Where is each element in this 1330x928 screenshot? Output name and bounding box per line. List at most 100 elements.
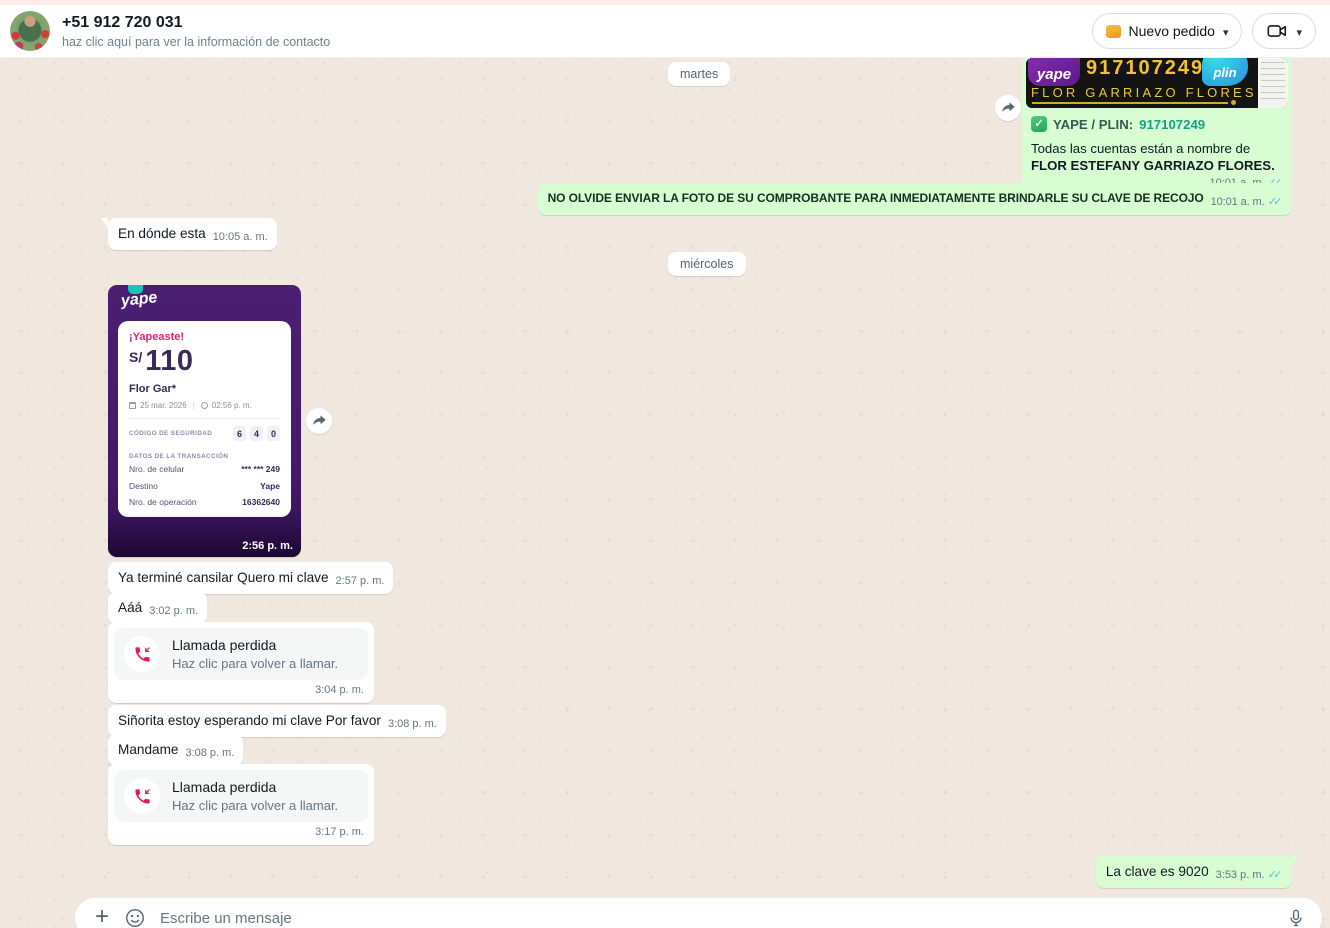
security-digit: 4 [250,426,263,441]
message-meta: 3:53 p. m. [1216,869,1283,882]
message-input-bar: + [75,898,1322,928]
green-check-icon [1031,116,1047,132]
contact-avatar[interactable] [10,11,50,51]
missed-call-text: Llamada perdida Haz clic para volver a l… [172,636,338,672]
message-time: 3:17 p. m. [114,822,368,840]
date-divider: martes [668,62,730,86]
security-digit: 6 [233,426,246,441]
outgoing-reminder-message[interactable]: NO OLVIDE ENVIAR LA FOTO DE SU COMPROBAN… [538,183,1292,215]
clock-icon [201,402,208,409]
outgoing-message[interactable]: La clave es 9020 3:53 p. m. [1096,856,1292,888]
promo-owner-line: FLOR ESTEFANY GARRIAZO FLORES. [1031,157,1283,174]
message-time: 2:57 p. m. [336,575,385,588]
chat-area: martes miércoles yape 917107249 plin FLO… [0,58,1330,928]
message-time: 3:08 p. m. [185,747,234,760]
message-text: NO OLVIDE ENVIAR LA FOTO DE SU COMPROBAN… [548,189,1204,208]
security-code-label: CÓDIGO DE SEGURIDAD [129,430,212,437]
message-time: 3:02 p. m. [149,605,198,618]
video-call-button[interactable] [1252,13,1316,49]
missed-call-icon [124,778,160,814]
receipt-datetime: 25 mar. 2026 | 02:56 p. m. [129,401,280,410]
chat-header: +51 912 720 031 haz clic aquí para ver l… [0,5,1330,58]
banner-owner-name: FLOR GARRIAZO FLORES [1031,83,1257,102]
missed-call-phone-icon [133,645,152,664]
receipt-recipient: Flor Gar* [129,383,280,395]
missed-call-card[interactable]: Llamada perdida Haz clic para volver a l… [114,628,368,680]
contact-name[interactable]: +51 912 720 031 [62,13,330,33]
divider [129,418,280,419]
message-text: Ya terminé cansilar Quero mi clave [118,568,329,587]
date-divider: miércoles [668,252,746,276]
attach-plus-icon[interactable]: + [95,905,109,928]
incoming-message[interactable]: Aáá 3:02 p. m. [108,592,207,624]
promo-message-body: YAPE / PLIN: 917107249 Todas las cuentas… [1026,108,1288,195]
missed-call-icon [124,636,160,672]
message-text: La clave es 9020 [1106,862,1209,881]
new-order-button[interactable]: Nuevo pedido [1092,13,1243,49]
read-ticks-icon [1265,869,1283,881]
chevron-down-icon [1223,24,1229,39]
forward-arrow-icon [311,413,327,429]
missed-call-card[interactable]: Llamada perdida Haz clic para volver a l… [114,770,368,822]
banner-underline-dot [1231,100,1236,105]
security-code-digits: 6 4 0 [233,426,280,441]
pay-number: 917107249 [1139,115,1205,134]
video-camera-icon [1266,20,1288,42]
message-text: En dónde esta [118,224,206,243]
banner-underline [1032,102,1228,104]
message-time: 3:04 p. m. [114,680,368,698]
missed-call-text: Llamada perdida Haz clic para volver a l… [172,778,338,814]
forward-button[interactable] [995,95,1021,121]
receipt-image-message[interactable]: yape ¡Yapeaste! S/ 110 Flor Gar* 25 mar.… [108,285,301,557]
banner-phone-number: 917107249 [1086,59,1204,78]
transaction-row: Nro. de operación 16362640 [129,496,280,510]
message-text: Siñorita estoy esperando mi clave Por fa… [118,711,381,730]
chevron-down-icon [1296,24,1302,39]
banner-price-list-thumbnail [1258,58,1288,108]
message-text: Aáá [118,598,142,617]
incoming-message[interactable]: En dónde esta 10:05 a. m. [108,218,277,250]
message-time: 2:56 p. m. [242,540,293,552]
message-time: 3:53 p. m. [1216,869,1265,881]
message-input[interactable] [160,910,1286,927]
message-time: 10:05 a. m. [213,231,268,244]
incoming-message[interactable]: Mandame 3:08 p. m. [108,734,243,766]
transaction-row: Nro. de celular *** *** 249 [129,463,280,477]
security-code-row: CÓDIGO DE SEGURIDAD 6 4 0 [129,426,280,441]
message-time: 3:08 p. m. [388,718,437,731]
missed-call-message[interactable]: Llamada perdida Haz clic para volver a l… [108,622,374,703]
contact-info[interactable]: +51 912 720 031 haz clic aquí para ver l… [62,13,330,50]
message-text: Mandame [118,740,178,759]
transaction-value: *** *** 249 [241,463,280,477]
transaction-data-label: DATOS DE LA TRANSACCIÓN [129,453,280,460]
mic-glyph [1286,908,1306,928]
outgoing-promo-message[interactable]: yape 917107249 plin FLOR GARRIAZO FLORES… [1022,58,1292,199]
promo-text-line: Todas las cuentas están a nombre de [1031,141,1283,157]
order-tag-icon [1106,25,1121,38]
microphone-icon[interactable] [1286,908,1306,928]
missed-call-title: Llamada perdida [172,636,338,654]
message-meta: 10:01 a. m. [1211,196,1283,209]
missed-call-subtitle: Haz clic para volver a llamar. [172,797,338,814]
emoji-icon[interactable] [124,907,146,928]
missed-call-subtitle: Haz clic para volver a llamar. [172,655,338,672]
forward-arrow-icon [1000,100,1016,116]
pay-account-row: YAPE / PLIN: 917107249 [1031,115,1283,133]
forward-button[interactable] [306,408,332,434]
contact-subtitle[interactable]: haz clic aquí para ver la información de… [62,34,330,50]
calendar-icon [129,402,136,409]
receipt-card: ¡Yapeaste! S/ 110 Flor Gar* 25 mar. 2026… [118,321,291,517]
banner-price-list-lines [1261,62,1285,104]
transaction-label: Nro. de celular [129,463,184,477]
receipt-amount: S/ 110 [129,346,280,376]
payment-banner-image[interactable]: yape 917107249 plin FLOR GARRIAZO FLORES [1026,58,1288,108]
incoming-message[interactable]: Ya terminé cansilar Quero mi clave 2:57 … [108,562,393,594]
header-actions: Nuevo pedido [1092,13,1316,49]
security-digit: 0 [267,426,280,441]
missed-call-message[interactable]: Llamada perdida Haz clic para volver a l… [108,764,374,845]
transaction-label: Destino [129,480,158,494]
new-order-label: Nuevo pedido [1129,23,1215,39]
incoming-message[interactable]: Siñorita estoy esperando mi clave Por fa… [108,705,446,737]
transaction-label: Nro. de operación [129,496,197,510]
missed-call-phone-icon [133,787,152,806]
